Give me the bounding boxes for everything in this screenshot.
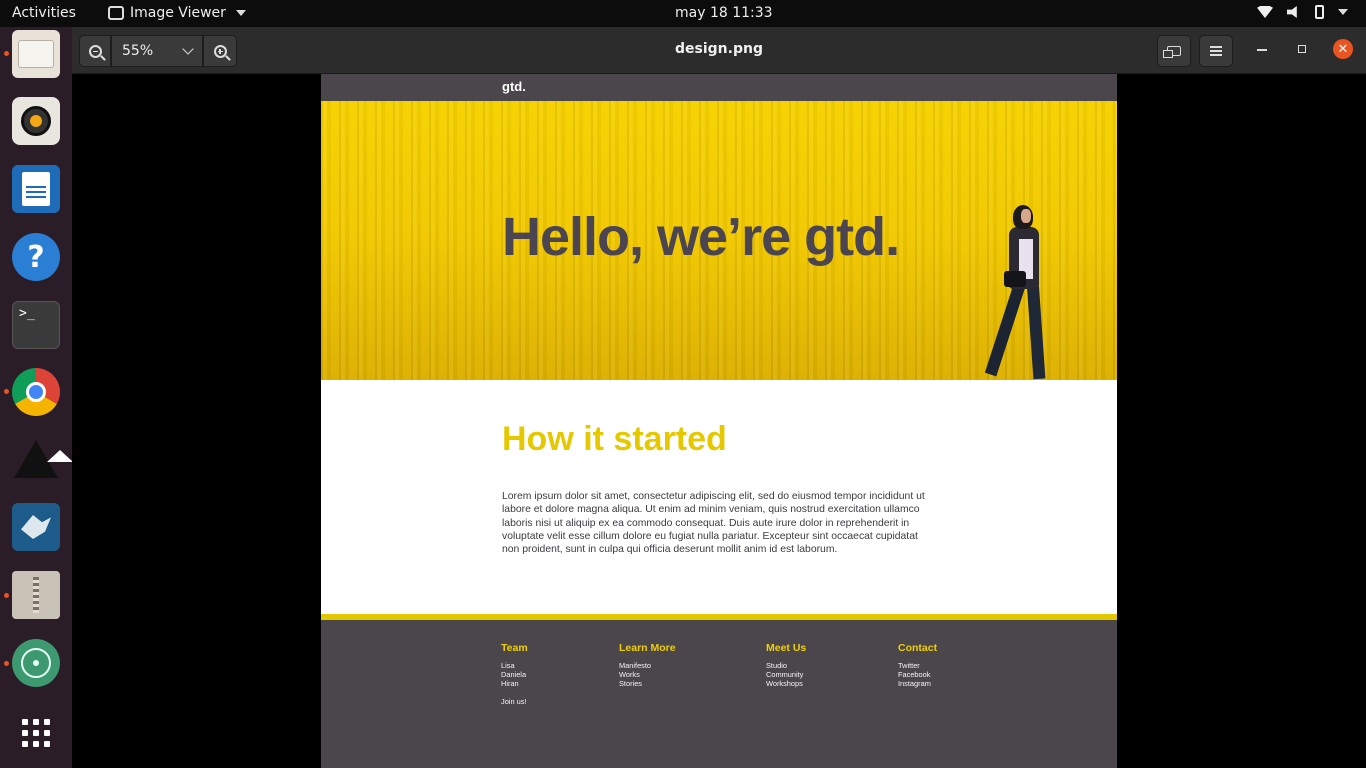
caret-down-icon	[235, 10, 246, 16]
running-indicator	[4, 593, 9, 598]
close-icon: ✕	[1337, 41, 1349, 57]
section-paragraph: Lorem ipsum dolor sit amet, consectetur …	[502, 491, 925, 556]
footer-link: Hiran	[501, 679, 519, 688]
volume-icon	[1287, 6, 1297, 18]
files-app-icon[interactable]	[12, 30, 60, 78]
footer-link: Daniela	[501, 670, 527, 679]
help-app-icon[interactable]: ?	[12, 233, 60, 281]
app-menu-label: Image Viewer	[130, 5, 226, 21]
section-heading: How it started	[502, 420, 727, 458]
footer-heading: Contact	[898, 642, 938, 654]
footer-link: Instagram	[898, 679, 931, 688]
footer-link: Lisa	[501, 661, 515, 670]
gallery-icon	[1163, 46, 1181, 58]
dock: ? >_	[0, 27, 73, 768]
footer-link: Facebook	[898, 670, 931, 679]
hamburger-icon	[1210, 50, 1222, 52]
running-indicator	[4, 51, 9, 56]
design-logo: gtd.	[502, 79, 526, 94]
maximize-button[interactable]	[1298, 45, 1306, 53]
gallery-toggle-button[interactable]	[1157, 35, 1191, 67]
footer-link: Join us!	[501, 697, 527, 706]
footer-link: Works	[619, 670, 640, 679]
mysql-workbench-app-icon[interactable]	[12, 503, 60, 551]
chrome-app-icon[interactable]	[12, 368, 60, 416]
design-nav-bar: gtd.	[321, 74, 1117, 101]
footer-link: Stories	[619, 679, 643, 688]
image-viewer-window: 55% design.png ✕ gtd. Hello, we’re gtd.	[72, 27, 1366, 768]
minimize-button[interactable]	[1257, 49, 1267, 51]
header-bar: 55% design.png ✕	[72, 27, 1366, 74]
activities-button[interactable]: Activities	[12, 5, 76, 21]
footer-column-learn-more: Learn More Manifesto Works Stories	[619, 642, 676, 688]
footer-link: Workshops	[766, 679, 803, 688]
writer-app-icon[interactable]	[12, 165, 60, 213]
footer-heading: Learn More	[619, 642, 676, 654]
wifi-icon	[1257, 6, 1273, 18]
footer-link: Manifesto	[619, 661, 652, 670]
footer-link: Studio	[766, 661, 787, 670]
rhythmbox-app-icon[interactable]	[12, 97, 60, 145]
footer-heading: Meet Us	[766, 642, 807, 654]
design-hero: Hello, we’re gtd.	[321, 101, 1117, 380]
footer-column-team: Team Lisa Daniela Hiran Join us!	[501, 642, 528, 706]
running-indicator	[4, 389, 9, 394]
footer-link: Community	[766, 670, 804, 679]
clock[interactable]: may 18 11:33	[675, 5, 773, 21]
walking-woman-photo	[984, 201, 1059, 380]
design-footer: Team Lisa Daniela Hiran Join us! Learn M…	[321, 620, 1117, 768]
running-indicator	[4, 661, 9, 666]
terminal-app-icon[interactable]: >_	[12, 301, 60, 349]
inkscape-app-icon[interactable]	[12, 435, 73, 483]
footer-column-contact: Contact Twitter Facebook Instagram	[898, 642, 937, 688]
footer-heading: Team	[501, 642, 528, 654]
displayed-image[interactable]: gtd. Hello, we’re gtd. How it started Lo…	[321, 74, 1117, 768]
caret-down-icon	[1338, 9, 1348, 15]
footer-column-meet-us: Meet Us Studio Community Workshops	[766, 642, 806, 688]
design-about-section: How it started Lorem ipsum dolor sit ame…	[321, 380, 1117, 614]
show-applications-icon[interactable]	[12, 709, 60, 757]
top-bar: Activities Image Viewer may 18 11:33	[0, 0, 1366, 27]
main-menu-button[interactable]	[1199, 35, 1233, 67]
hero-headline: Hello, we’re gtd.	[502, 207, 900, 267]
app-menu[interactable]: Image Viewer	[108, 5, 246, 21]
archive-manager-app-icon[interactable]	[12, 571, 60, 619]
system-tray[interactable]	[1257, 5, 1348, 19]
image-viewer-icon	[108, 6, 124, 20]
close-button[interactable]: ✕	[1333, 39, 1353, 59]
atom-app-icon[interactable]	[12, 639, 60, 687]
battery-icon	[1315, 5, 1324, 19]
footer-link: Twitter	[898, 661, 920, 670]
